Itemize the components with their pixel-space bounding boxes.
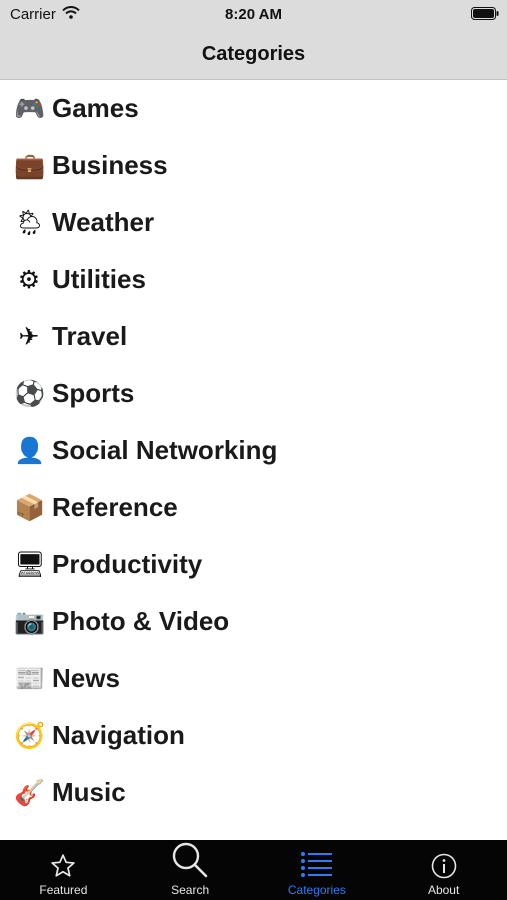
- category-label: Travel: [52, 321, 128, 351]
- tab-bar: Featured Search Categories About: [0, 840, 507, 900]
- status-time: 8:20 AM: [225, 6, 282, 23]
- category-label: Navigation: [52, 720, 185, 750]
- category-label: Productivity: [52, 549, 203, 579]
- magnifier-icon: [172, 842, 208, 878]
- category-icon: ✈: [18, 321, 40, 351]
- page-title: Categories: [201, 43, 306, 65]
- category-icon: 👤: [14, 435, 46, 465]
- list-icon: [300, 852, 332, 877]
- tab-featured-label: Featured: [39, 883, 88, 897]
- category-row[interactable]: 🎮 Games: [0, 80, 507, 137]
- category-icon: 💼: [14, 150, 46, 180]
- category-label: Reference: [52, 492, 178, 522]
- category-list[interactable]: 🎮 Games 💼 Business 🌦 Weather ⚙ Utilities ✈ Travel…: [0, 80, 507, 840]
- category-icon: 📦: [14, 492, 46, 522]
- battery-icon: [471, 7, 499, 20]
- tab-about[interactable]: About: [380, 840, 507, 900]
- info-icon: [431, 853, 456, 879]
- category-icon: 🧭: [14, 720, 46, 750]
- category-icon: ⚽: [14, 378, 46, 408]
- category-row[interactable]: 🧭 Navigation: [0, 707, 507, 764]
- category-row[interactable]: 🖥 Productivity: [0, 536, 507, 593]
- tab-search-label: Search: [171, 883, 210, 897]
- category-label: Sports: [52, 378, 135, 408]
- category-row[interactable]: 🌦 Weather: [0, 194, 507, 251]
- category-icon: 🌦: [14, 207, 46, 237]
- tab-about-label: About: [427, 883, 460, 897]
- tab-featured[interactable]: Featured: [0, 840, 127, 900]
- category-icon: 📰: [14, 663, 46, 693]
- status-bar: Carrier 8:20 AM: [0, 0, 507, 30]
- category-icon: 🎮: [14, 93, 46, 123]
- category-row[interactable]: 💼 Business: [0, 137, 507, 194]
- category-label: Utilities: [52, 264, 146, 294]
- category-row[interactable]: 📷 Photo & Video: [0, 593, 507, 650]
- tab-search[interactable]: Search: [127, 840, 254, 900]
- category-label: Weather: [52, 207, 155, 237]
- category-label: News: [52, 663, 120, 693]
- category-label: Games: [52, 93, 139, 123]
- category-label: Music: [52, 777, 126, 807]
- category-label: Business: [52, 150, 168, 180]
- tab-categories-label: Categories: [287, 883, 346, 897]
- tab-categories[interactable]: Categories: [254, 840, 381, 900]
- category-label: Social Networking: [52, 435, 278, 465]
- category-icon: 🎸: [14, 777, 46, 807]
- category-row[interactable]: 👤 Social Networking: [0, 422, 507, 479]
- category-icon: 🖥: [14, 549, 46, 579]
- star-icon: [51, 854, 76, 877]
- category-row[interactable]: ✈ Travel: [0, 308, 507, 365]
- category-row[interactable]: ⚽ Sports: [0, 365, 507, 422]
- category-icon: ⚙: [17, 264, 41, 294]
- navigation-bar: Categories: [0, 30, 507, 80]
- category-row[interactable]: 📰 News: [0, 650, 507, 707]
- category-row[interactable]: ⚙ Utilities: [0, 251, 507, 308]
- category-icon: 📷: [14, 606, 46, 636]
- category-label: Photo & Video: [52, 606, 230, 636]
- category-row[interactable]: 📦 Reference: [0, 479, 507, 536]
- category-row[interactable]: 🎸 Music: [0, 764, 507, 821]
